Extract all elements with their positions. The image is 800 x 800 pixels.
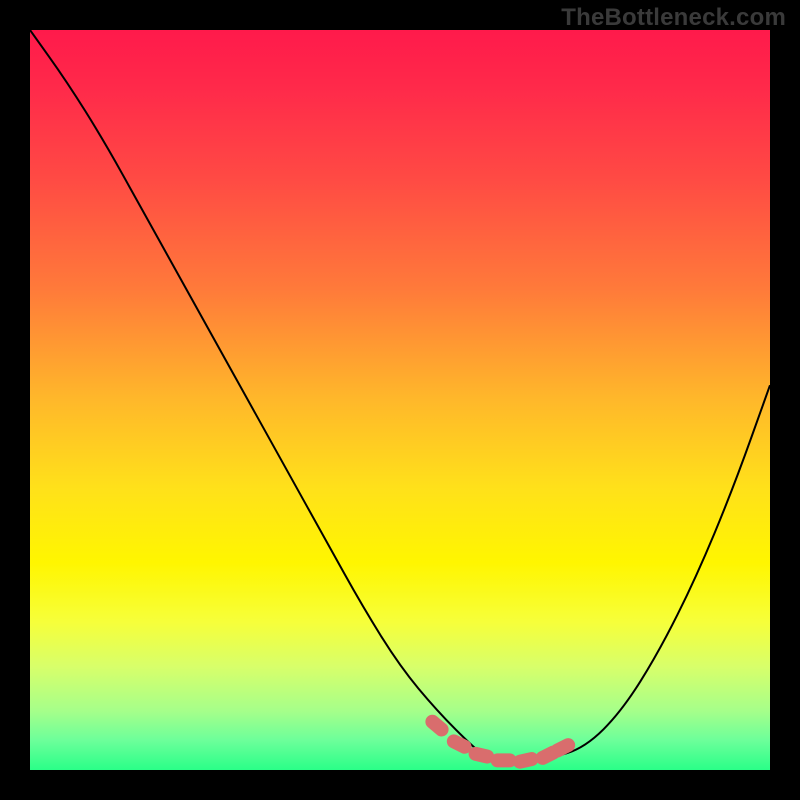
plot-area (30, 30, 770, 770)
watermark-label: TheBottleneck.com (561, 4, 786, 32)
gradient-background (30, 30, 770, 770)
chart-svg (30, 30, 770, 770)
chart-frame: TheBottleneck.com (0, 0, 800, 800)
marker-point (491, 753, 517, 767)
